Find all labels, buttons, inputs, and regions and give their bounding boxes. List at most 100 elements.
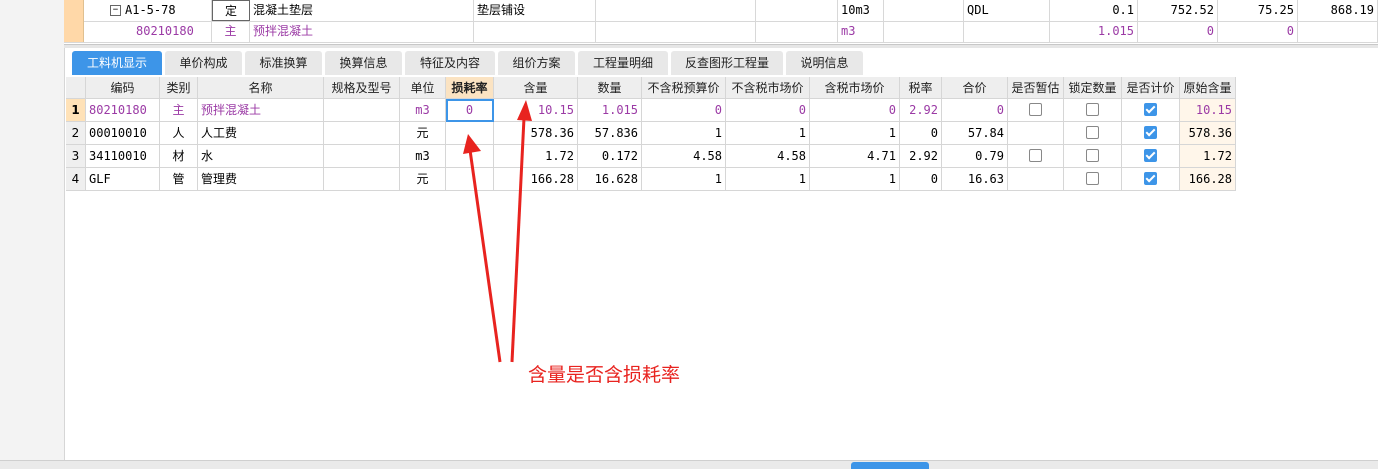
cell-name[interactable]: 预拌混凝土 bbox=[198, 99, 324, 122]
tab-conversion-info[interactable]: 换算信息 bbox=[325, 51, 402, 75]
cell-name[interactable]: 水 bbox=[198, 145, 324, 168]
cell-market-price-tax[interactable]: 1 bbox=[810, 168, 900, 191]
checkbox-checked-icon[interactable] bbox=[1144, 149, 1157, 162]
cell-unit[interactable]: m3 bbox=[400, 145, 446, 168]
sub-code-cell[interactable]: 80210180 bbox=[84, 21, 212, 42]
cell-tax-rate[interactable]: 2.92 bbox=[900, 99, 942, 122]
collapse-icon[interactable]: − bbox=[110, 5, 121, 16]
material-subrow[interactable]: 80210180 主 预拌混凝土 m3 1.015 0 0 bbox=[64, 21, 1378, 43]
sub-unit-cell[interactable]: m3 bbox=[838, 21, 884, 42]
header-lock-qty[interactable]: 锁定数量 bbox=[1064, 77, 1122, 99]
cell-spec[interactable] bbox=[324, 99, 400, 122]
cell-content[interactable]: 10.15 bbox=[494, 99, 578, 122]
quota-unit-cell[interactable]: 10m3 bbox=[838, 0, 884, 21]
sub-v1-cell[interactable]: 1.015 bbox=[1050, 21, 1138, 42]
cell-unit[interactable]: m3 bbox=[400, 99, 446, 122]
cell-is-priced[interactable] bbox=[1122, 145, 1180, 168]
cell-tax-rate[interactable]: 0 bbox=[900, 168, 942, 191]
tab-reverse-lookup[interactable]: 反查图形工程量 bbox=[671, 51, 783, 75]
empty-cell[interactable] bbox=[596, 21, 756, 42]
splitter[interactable] bbox=[64, 44, 1378, 48]
checkbox-icon[interactable] bbox=[1029, 103, 1042, 116]
quota-desc-cell[interactable]: 垫层铺设 bbox=[474, 0, 596, 21]
cell-loss-rate[interactable] bbox=[446, 145, 494, 168]
sub-v3-cell[interactable]: 0 bbox=[1218, 21, 1298, 42]
header-budget-price[interactable]: 不含税预算价 bbox=[642, 77, 726, 99]
tab-pricing-plan[interactable]: 组价方案 bbox=[498, 51, 575, 75]
cell-unit[interactable]: 元 bbox=[400, 122, 446, 145]
checkbox-icon[interactable] bbox=[1086, 172, 1099, 185]
sub-v2-cell[interactable]: 0 bbox=[1138, 21, 1218, 42]
quota-code-cell[interactable]: − A1-5-78 bbox=[84, 0, 212, 21]
header-spec[interactable]: 规格及型号 bbox=[324, 77, 400, 99]
empty-cell[interactable] bbox=[756, 21, 838, 42]
cell-original-content[interactable]: 166.28 bbox=[1180, 168, 1236, 191]
cell-tax-rate[interactable]: 2.92 bbox=[900, 145, 942, 168]
quota-v1-cell[interactable]: 0.1 bbox=[1050, 0, 1138, 21]
cell-total[interactable]: 0.79 bbox=[942, 145, 1008, 168]
cell-total[interactable]: 0 bbox=[942, 99, 1008, 122]
cell-code[interactable]: GLF bbox=[86, 168, 160, 191]
tab-description[interactable]: 说明信息 bbox=[786, 51, 863, 75]
quota-v4-cell[interactable]: 868.19 bbox=[1298, 0, 1378, 21]
header-market-price[interactable]: 不含税市场价 bbox=[726, 77, 810, 99]
cell-lock-qty[interactable] bbox=[1064, 145, 1122, 168]
checkbox-icon[interactable] bbox=[1086, 103, 1099, 116]
empty-cell[interactable] bbox=[474, 21, 596, 42]
header-market-price-tax[interactable]: 含税市场价 bbox=[810, 77, 900, 99]
cell-content[interactable]: 1.72 bbox=[494, 145, 578, 168]
tab-quantity-detail[interactable]: 工程量明细 bbox=[578, 51, 668, 75]
quota-type-cell[interactable]: 定 bbox=[212, 0, 250, 21]
cell-market-price-tax[interactable]: 0 bbox=[810, 99, 900, 122]
checkbox-icon[interactable] bbox=[1086, 126, 1099, 139]
cell-content[interactable]: 166.28 bbox=[494, 168, 578, 191]
cell-code[interactable]: 34110010 bbox=[86, 145, 160, 168]
cell-lock-qty[interactable] bbox=[1064, 168, 1122, 191]
cell-original-content[interactable]: 1.72 bbox=[1180, 145, 1236, 168]
cell-category[interactable]: 管 bbox=[160, 168, 198, 191]
checkbox-icon[interactable] bbox=[1086, 149, 1099, 162]
cell-spec[interactable] bbox=[324, 122, 400, 145]
cell-market-price[interactable]: 1 bbox=[726, 122, 810, 145]
cell-is-priced[interactable] bbox=[1122, 122, 1180, 145]
cell-is-estimate[interactable] bbox=[1008, 168, 1064, 191]
checkbox-icon[interactable] bbox=[1029, 149, 1042, 162]
quota-row[interactable]: − A1-5-78 定 混凝土垫层 垫层铺设 10m3 QDL 0.1 752.5… bbox=[64, 0, 1378, 22]
cell-original-content[interactable]: 10.15 bbox=[1180, 99, 1236, 122]
header-content[interactable]: 含量 bbox=[494, 77, 578, 99]
cell-unit[interactable]: 元 bbox=[400, 168, 446, 191]
tab-unit-price[interactable]: 单价构成 bbox=[165, 51, 242, 75]
cell-loss-rate[interactable] bbox=[446, 122, 494, 145]
empty-cell[interactable] bbox=[884, 0, 964, 21]
header-name[interactable]: 名称 bbox=[198, 77, 324, 99]
cell-quantity[interactable]: 0.172 bbox=[578, 145, 642, 168]
cell-tax-rate[interactable]: 0 bbox=[900, 122, 942, 145]
cell-name[interactable]: 管理费 bbox=[198, 168, 324, 191]
cell-budget-price[interactable]: 4.58 bbox=[642, 145, 726, 168]
cell-is-priced[interactable] bbox=[1122, 99, 1180, 122]
cell-spec[interactable] bbox=[324, 168, 400, 191]
cell-name[interactable]: 人工费 bbox=[198, 122, 324, 145]
quota-v2-cell[interactable]: 752.52 bbox=[1138, 0, 1218, 21]
empty-cell[interactable] bbox=[756, 0, 838, 21]
header-code[interactable]: 编码 bbox=[86, 77, 160, 99]
cell-market-price-tax[interactable]: 4.71 bbox=[810, 145, 900, 168]
quota-v3-cell[interactable]: 75.25 bbox=[1218, 0, 1298, 21]
tab-features[interactable]: 特征及内容 bbox=[405, 51, 495, 75]
cell-quantity[interactable]: 16.628 bbox=[578, 168, 642, 191]
cell-budget-price[interactable]: 0 bbox=[642, 99, 726, 122]
cell-is-estimate[interactable] bbox=[1008, 122, 1064, 145]
header-unit[interactable]: 单位 bbox=[400, 77, 446, 99]
row-number[interactable]: 3 bbox=[66, 145, 86, 168]
cell-lock-qty[interactable] bbox=[1064, 122, 1122, 145]
header-loss-rate[interactable]: 损耗率 bbox=[446, 77, 494, 99]
empty-cell[interactable] bbox=[596, 0, 756, 21]
cell-loss-rate[interactable] bbox=[446, 168, 494, 191]
header-category[interactable]: 类别 bbox=[160, 77, 198, 99]
cell-budget-price[interactable]: 1 bbox=[642, 122, 726, 145]
empty-cell[interactable] bbox=[964, 21, 1050, 42]
cell-loss-rate-input[interactable]: 0 bbox=[446, 99, 494, 122]
cell-lock-qty[interactable] bbox=[1064, 99, 1122, 122]
row-number[interactable]: 1 bbox=[66, 99, 86, 122]
tab-labor-material-machine[interactable]: 工料机显示 bbox=[72, 51, 162, 75]
